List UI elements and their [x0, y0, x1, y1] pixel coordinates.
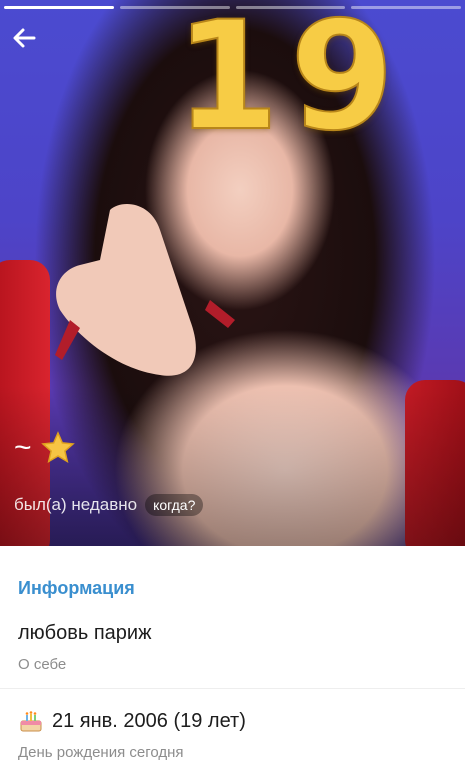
photo-hand [55, 204, 235, 376]
info-title: Информация [18, 578, 135, 598]
about-label: О себе [18, 656, 67, 673]
photo-shade [0, 386, 465, 546]
cake-icon [20, 711, 42, 732]
balloon-digit-one: 1 [174, 0, 280, 164]
star-icon [40, 431, 75, 464]
last-seen-status: был(а) недавно [14, 495, 138, 514]
back-arrow-icon[interactable] [10, 24, 38, 52]
profile-name: ~ [14, 430, 76, 466]
profile-photo[interactable]: 1 9 ~ был(а) недавно когда? [0, 0, 465, 546]
birthday-label: День рождения сегодня [18, 744, 184, 761]
divider [0, 688, 465, 689]
when-button[interactable]: когда? [145, 494, 204, 516]
story-progress-segment [4, 6, 114, 9]
birthday-value: 21 янв. 2006 (19 лет) [52, 709, 246, 732]
birthday-row[interactable]: 21 янв. 2006 (19 лет) [18, 708, 246, 734]
about-value[interactable]: любовь париж [18, 622, 151, 645]
status-row: был(а) недавно когда? [14, 494, 204, 516]
profile-name-text: ~ [14, 431, 32, 464]
balloon-digit-nine: 9 [289, 0, 395, 164]
